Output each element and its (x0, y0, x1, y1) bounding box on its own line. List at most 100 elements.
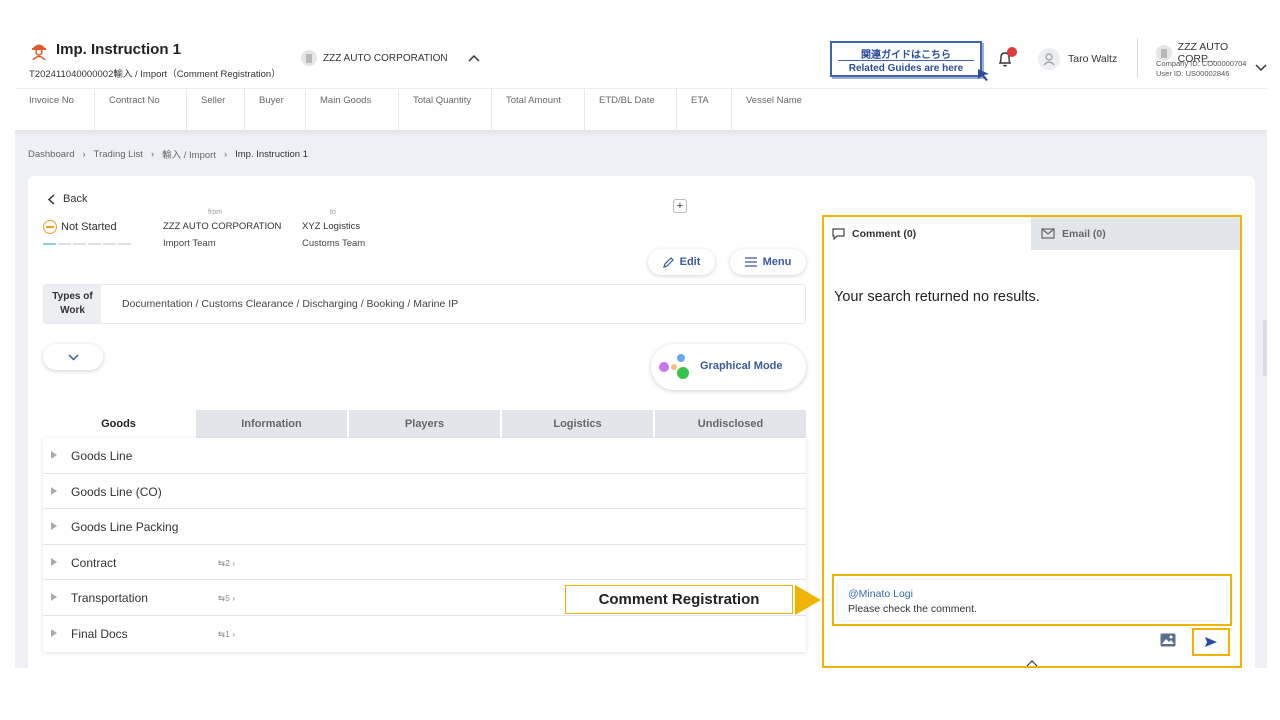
comment-text: Please check the comment. (848, 603, 977, 615)
chevron-right-icon: › (150, 148, 155, 160)
menu-button[interactable]: Menu (730, 249, 806, 275)
progress-step (88, 243, 101, 245)
comment-panel-tabs: Comment (0) Email (0) (824, 217, 1240, 250)
count-value: 1 (225, 628, 230, 639)
comment-input[interactable]: @Minato Logi Please check the comment. (838, 580, 1226, 620)
back-button[interactable]: Back (48, 193, 87, 205)
tab-information[interactable]: Information (194, 410, 347, 438)
user-name[interactable]: Taro Waltz (1068, 53, 1117, 65)
expand-details-button[interactable] (43, 344, 103, 370)
screenshot-stage: Imp. Instruction 1 T202411040000002輸入 / … (0, 0, 1280, 720)
progress-step (43, 243, 56, 245)
tab-undisclosed[interactable]: Undisclosed (653, 410, 806, 438)
cursor-arrow-icon (978, 69, 989, 81)
header-divider (1137, 38, 1138, 78)
add-button[interactable]: + (673, 199, 687, 213)
caret-right-icon (51, 522, 57, 531)
caret-right-icon (51, 486, 57, 495)
chevron-right-icon: › (82, 148, 86, 160)
avatar[interactable] (1038, 48, 1060, 70)
scrollbar[interactable] (1263, 320, 1267, 376)
not-started-icon (43, 220, 57, 234)
from-company: ZZZ AUTO CORPORATION (163, 221, 282, 232)
caret-right-icon (51, 628, 57, 637)
progress-step (103, 243, 116, 245)
chevron-down-icon[interactable] (1255, 64, 1267, 72)
detail-tabs: Goods Information Players Logistics Undi… (43, 410, 806, 438)
column-contract-no: Contract No (94, 89, 198, 130)
column-vessel-name: Vessel Name (731, 89, 831, 130)
column-etd-bl-date: ETD/BL Date (584, 89, 676, 130)
list-item[interactable]: Final Docs ⇆1 › (43, 616, 806, 652)
types-of-work: Types of Work Documentation / Customs Cl… (43, 284, 806, 324)
chevron-up-icon[interactable] (468, 54, 480, 62)
to-team: Customs Team (302, 238, 366, 249)
tab-comment-label: Comment (0) (852, 227, 917, 240)
list-item-count: ⇆1 › (218, 628, 236, 639)
caret-right-icon (51, 451, 57, 459)
annotation-arrow (795, 585, 821, 615)
tab-logistics[interactable]: Logistics (500, 410, 653, 438)
tab-goods[interactable]: Goods (43, 410, 194, 438)
graphical-mode-label: Graphical Mode (700, 360, 783, 372)
user-id: User ID: US00002846 (1156, 69, 1230, 78)
chevron-down-icon (67, 353, 79, 361)
list-item-label: Goods Line Packing (71, 520, 179, 535)
related-guides-button[interactable]: 関連ガイドはこちら Related Guides are here (830, 41, 982, 77)
breadcrumb-current: Imp. Instruction 1 (235, 148, 308, 160)
from-label: from (208, 209, 222, 216)
types-label-line-1: Types of (52, 291, 93, 302)
status-label: Not Started (61, 221, 117, 233)
types-label-line-2: Work (60, 305, 85, 316)
progress-step (58, 243, 71, 245)
column-invoice-no: Invoice No (29, 95, 74, 106)
list-item-count: ⇆5 › (218, 593, 236, 604)
comment-input-highlight: @Minato Logi Please check the comment. (832, 574, 1232, 626)
status-badge: Not Started (43, 220, 117, 234)
menu-label: Menu (762, 256, 792, 268)
breadcrumb: Dashboard › Trading List › 輸入 / Import ›… (28, 147, 308, 162)
company-selector-label: ZZZ AUTO CORPORATION (323, 52, 448, 64)
graphical-mode-button[interactable]: Graphical Mode (651, 344, 806, 390)
back-label: Back (63, 193, 88, 205)
company-selector[interactable]: ZZZ AUTO CORPORATION (301, 50, 480, 66)
chevron-left-icon (48, 193, 55, 205)
edit-button[interactable]: Edit (648, 249, 715, 275)
list-item-label: Goods Line (CO) (71, 484, 162, 499)
to-label: to (330, 209, 336, 216)
progress-step (73, 243, 86, 245)
column-total-amount: Total Amount (491, 89, 584, 130)
progress-steps (43, 243, 131, 245)
send-icon (1205, 637, 1217, 647)
list-item[interactable]: Goods Line Packing (43, 509, 806, 545)
image-upload-icon[interactable] (1160, 633, 1176, 647)
from-team: Import Team (163, 238, 216, 249)
page-subtitle: T202411040000002輸入 / Import（Comment Regi… (29, 69, 281, 80)
list-item-label: Contract (71, 555, 117, 570)
list-item[interactable]: Goods Line (43, 438, 806, 474)
annotation-callout: Comment Registration (565, 585, 793, 614)
summary-column-bar: Invoice No Contract No Seller Buyer Main… (15, 88, 1267, 130)
tab-players[interactable]: Players (347, 410, 500, 438)
tab-comment[interactable]: Comment (0) (824, 217, 1031, 250)
list-item[interactable]: Contract ⇆2 › (43, 545, 806, 581)
guide-label-en: Related Guides are here (848, 63, 964, 74)
breadcrumb-trading-list[interactable]: Trading List (94, 149, 143, 160)
list-item[interactable]: Goods Line (CO) (43, 474, 806, 510)
breadcrumb-dashboard[interactable]: Dashboard (28, 149, 74, 160)
notification-badge (1007, 47, 1017, 57)
types-of-work-value: Documentation / Customs Clearance / Disc… (122, 298, 459, 310)
tab-email-label: Email (0) (1062, 227, 1106, 240)
guide-label-jp: 関連ガイドはこちら (861, 50, 951, 61)
column-main-goods: Main Goods (305, 89, 393, 130)
to-company: XYZ Logistics (302, 221, 361, 232)
count-value: 5 (225, 593, 230, 604)
network-graph-icon (659, 354, 689, 379)
breadcrumb-import[interactable]: 輸入 / Import (162, 147, 216, 161)
list-item-label: Transportation (71, 591, 148, 606)
tab-email[interactable]: Email (0) (1031, 217, 1240, 250)
chevron-up-icon[interactable] (1026, 660, 1038, 667)
send-button[interactable] (1192, 628, 1230, 656)
user-icon (1043, 53, 1055, 66)
comment-mention: @Minato Logi (848, 588, 913, 600)
